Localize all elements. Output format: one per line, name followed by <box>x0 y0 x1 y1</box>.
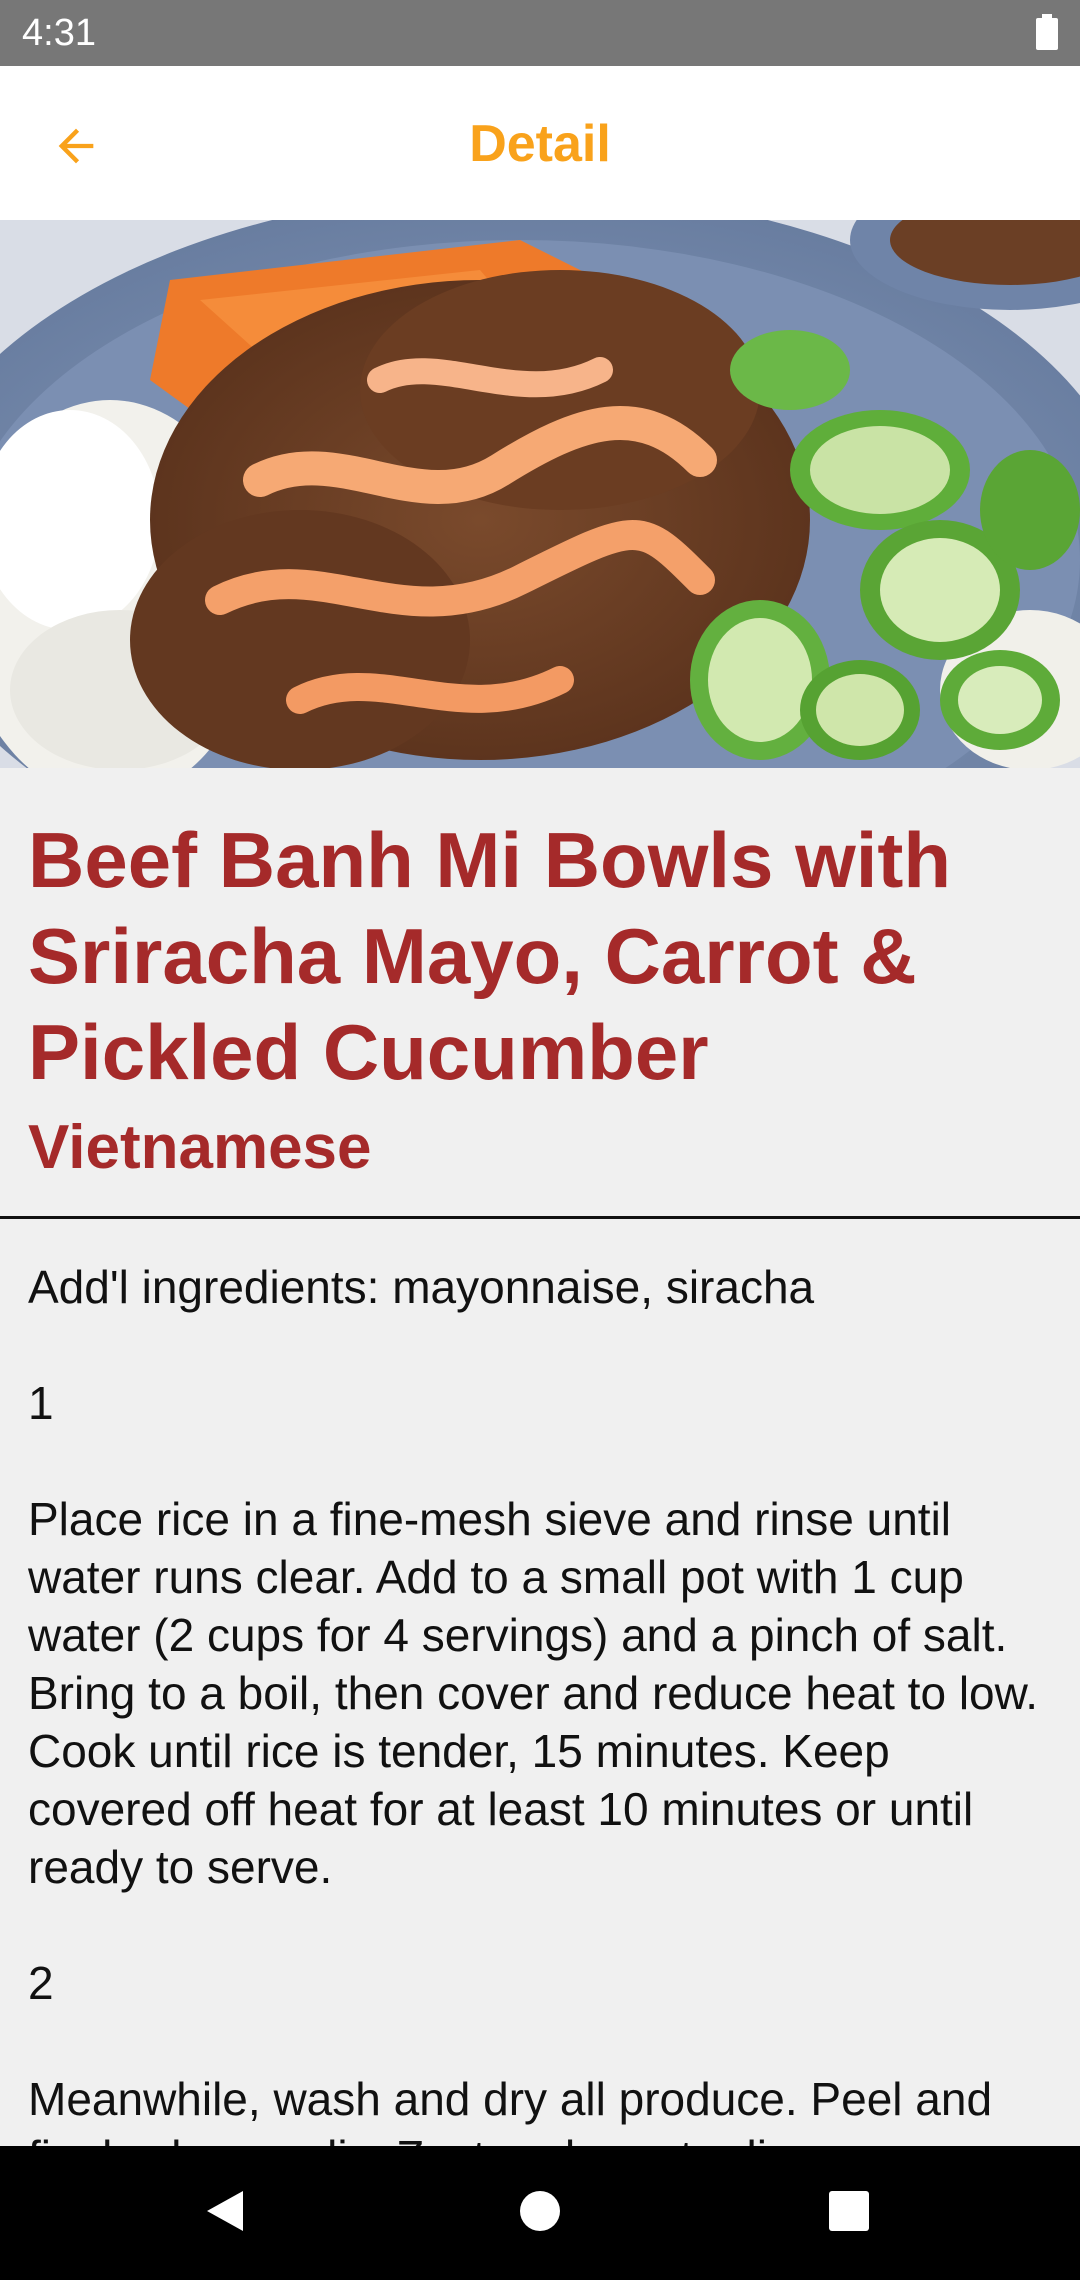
recipe-instructions: Add'l ingredients: mayonnaise, siracha 1… <box>28 1261 1039 2146</box>
divider <box>0 1216 1080 1219</box>
app-bar: Detail <box>0 66 1080 220</box>
nav-back-button[interactable] <box>188 2176 262 2250</box>
recipe-title: Beef Banh Mi Bowls with Sriracha Mayo, C… <box>28 816 952 1096</box>
beef-banh-mi-bowl-photo <box>0 220 1080 768</box>
status-time: 4:31 <box>22 12 96 54</box>
page-title: Detail <box>469 115 611 173</box>
recipe-image <box>0 220 1080 768</box>
nav-home-button[interactable] <box>503 2176 577 2250</box>
square-recents-icon <box>828 2190 870 2237</box>
nav-recents-button[interactable] <box>812 2176 886 2250</box>
recipe-cuisine: Vietnamese <box>28 1113 372 1182</box>
circle-home-icon <box>518 2189 562 2238</box>
triangle-back-icon <box>203 2187 247 2240</box>
system-nav-bar <box>0 2146 1080 2280</box>
screen: 4:31 Detail Beef Banh Mi Bowls with Srir… <box>0 0 1080 2280</box>
battery-full-icon <box>1036 14 1058 50</box>
recipe-content: Beef Banh Mi Bowls with Sriracha Mayo, C… <box>0 768 1080 2146</box>
status-bar: 4:31 <box>0 0 1080 66</box>
